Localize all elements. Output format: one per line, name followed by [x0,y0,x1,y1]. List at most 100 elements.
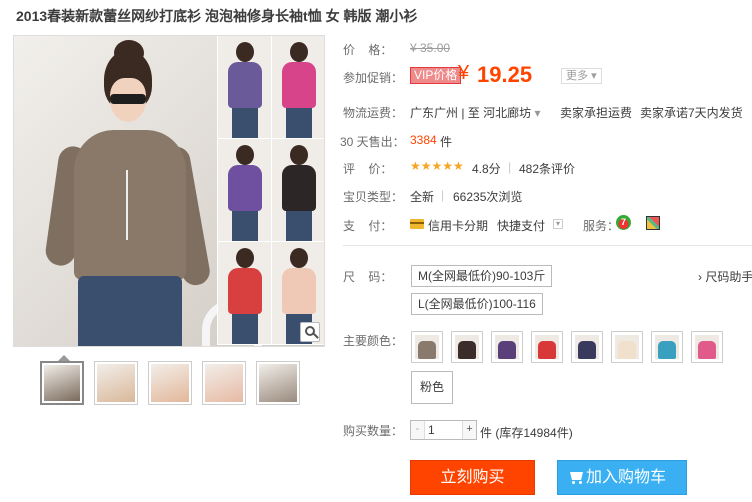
collage-shirt [228,62,262,108]
color-swatch-image [695,335,719,359]
collage-legs [232,209,258,241]
color-swatch-image [495,335,519,359]
guarantee-icon[interactable] [646,216,660,230]
model-torso [74,130,186,280]
zoom-handle [313,333,319,339]
original-price: ¥ 35.00 [410,41,451,55]
color-swatch[interactable] [411,331,443,363]
chevron-down-icon: ▾ [591,70,597,82]
collage-head [236,42,254,62]
color-swatch-shirt [458,341,476,359]
credit-installment-link[interactable]: 信用卡分期 [428,217,488,234]
color-swatch-image [535,335,559,359]
more-promos-label: 更多 [566,70,588,82]
collage-head [290,248,308,268]
promo-label: 参加促销： [343,71,404,85]
quantity-label: 购买数量： [343,424,404,438]
thumbnail[interactable] [256,361,300,405]
color-swatch-shirt [698,341,716,359]
color-swatch-image [415,335,439,359]
collage-shirt [282,268,316,314]
size-option-m[interactable]: M(全网最低价)90-103斤 [411,265,553,287]
shipping-route-selector[interactable]: 广东广州 | 至 河北廊坊 ▾ [410,104,541,121]
collage-legs [232,106,258,138]
collage-legs [286,209,312,241]
color-swatch-shirt [418,341,436,359]
quick-pay-link[interactable]: 快捷支付 [497,217,545,234]
collage-legs [286,106,312,138]
rating-stars-icon: ★★★★★ [410,159,464,173]
payment-more-icon[interactable]: ▾ [553,219,563,229]
collage-head [290,145,308,165]
sold-unit: 件 [440,135,453,149]
collage-photo [271,139,324,242]
thumbnail[interactable] [202,361,246,405]
promo-price: 19.25 [477,62,533,87]
rating-score: 4.8分 [472,162,501,176]
color-option-pink[interactable]: 粉色 [411,371,453,404]
stock-info: 件 (库存14984件) [480,426,573,440]
color-swatch[interactable] [651,331,683,363]
thumbnail-image [151,364,189,402]
color-swatch-shirt [618,341,636,359]
cart-wheel [572,481,575,484]
rating-label: 评 价： [343,162,393,176]
model-hair-bun [114,40,144,66]
color-swatch-shirt [538,341,556,359]
size-label: 尺 码： [343,270,393,284]
collage-shirt [228,268,262,314]
credit-card-icon [410,219,424,229]
color-swatch-shirt [578,341,596,359]
more-promos-button[interactable]: 更多 ▾ [561,68,602,84]
rating-separator: | [508,160,512,174]
cart-icon [568,470,584,484]
main-product-image[interactable] [13,35,325,347]
buy-now-button[interactable]: 立刻购买 [410,460,535,495]
thumbnail[interactable] [148,361,192,405]
review-count-link[interactable]: 482条评价 [519,160,575,177]
quantity-increase-button[interactable]: + [462,421,476,439]
cart-wheel [579,481,582,484]
thumbnail[interactable] [94,361,138,405]
sold-label: 30 天售出： [340,135,405,149]
color-swatch-shirt [658,341,676,359]
chevron-down-icon: ▾ [534,106,541,120]
thumbnail[interactable] [40,361,84,405]
thumbnail-image [44,365,80,401]
color-swatch[interactable] [611,331,643,363]
color-swatch[interactable] [571,331,603,363]
color-swatch-image [655,335,679,359]
item-type-label: 宝贝类型： [343,190,404,204]
color-swatch-image [455,335,479,359]
collage-legs [232,312,258,344]
main-model-figure [43,40,262,346]
add-to-cart-button[interactable]: 加入购物车 [557,460,687,495]
sold-count: 3384 [410,133,437,147]
service-label-text: 服务： [583,219,620,233]
shipping-fee: 卖家承担运费 [560,106,633,120]
quantity-decrease-button[interactable]: - [411,421,425,439]
color-swatch[interactable] [491,331,523,363]
color-swatch[interactable] [691,331,723,363]
color-swatch[interactable] [451,331,483,363]
vip-price-badge: VIP价格 [410,67,462,84]
collage-shirt [228,165,262,211]
quantity-input[interactable]: 1 [428,423,458,437]
payment-label: 支 付： [343,219,393,233]
size-helper-link[interactable]: › 尺码助手 [698,268,752,285]
section-divider [343,245,752,246]
seven-day-return-icon[interactable]: 7 [616,215,631,230]
model-necklace [126,170,128,240]
collage-photo [217,139,271,242]
color-swatch[interactable] [531,331,563,363]
thumbnail-image [205,364,243,402]
quantity-stepper: - 1 + [410,420,477,440]
cart-basket [570,472,583,480]
size-option-l[interactable]: L(全网最低价)100-116 [411,293,543,315]
zoom-icon[interactable] [300,322,320,342]
product-title: 2013春装新款蕾丝网纱打底衫 泡泡袖修身长袖t恤 女 韩版 潮小衫 [16,8,418,24]
shipping-route: 广东广州 | 至 河北廊坊 [410,106,532,120]
view-count: 66235次浏览 [453,190,523,204]
collage-photo [271,36,324,139]
collage-photo [217,242,271,345]
